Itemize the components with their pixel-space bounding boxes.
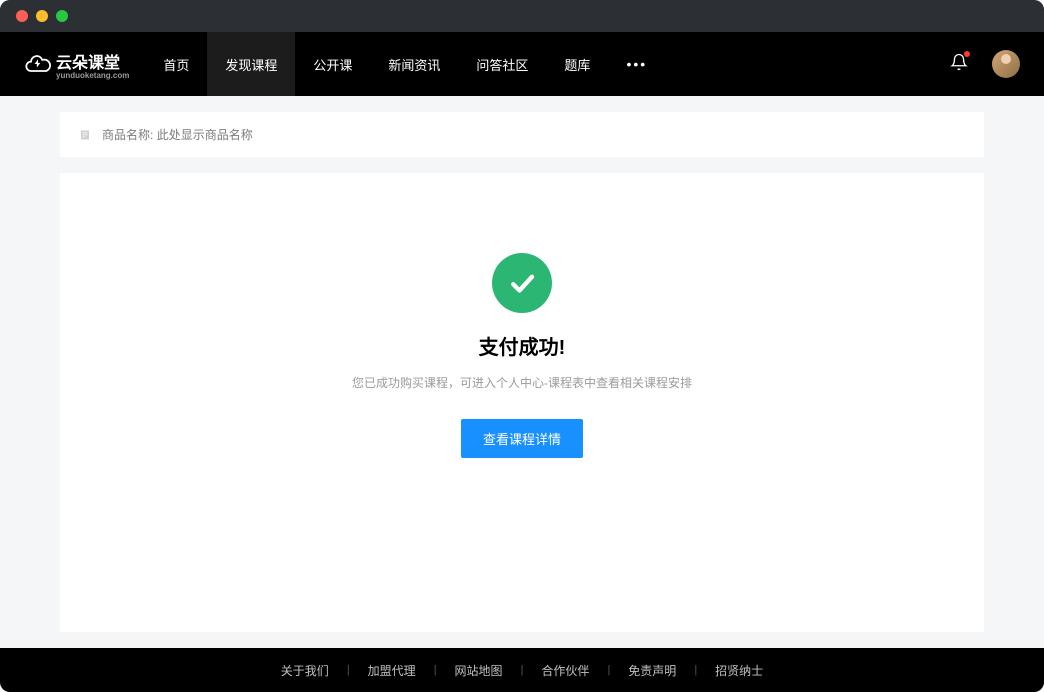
window-maximize-dot[interactable] [56, 10, 68, 22]
footer-careers[interactable]: 招贤纳士 [697, 662, 781, 679]
success-check-icon [492, 253, 552, 313]
site-logo[interactable]: 云朵课堂 yunduoketang.com [24, 49, 129, 80]
window-close-dot[interactable] [16, 10, 28, 22]
nav-news[interactable]: 新闻资讯 [370, 32, 458, 96]
notifications-button[interactable] [950, 53, 968, 76]
product-label: 商品名称: [102, 128, 153, 142]
nav-open-class[interactable]: 公开课 [295, 32, 370, 96]
nav-qa-community[interactable]: 问答社区 [458, 32, 546, 96]
top-navigation: 云朵课堂 yunduoketang.com 首页 发现课程 公开课 新闻资讯 问… [0, 32, 1044, 96]
window-minimize-dot[interactable] [36, 10, 48, 22]
window-titlebar [0, 0, 1044, 32]
cloud-logo-icon [24, 50, 52, 78]
success-description: 您已成功购买课程，可进入个人中心-课程表中查看相关课程安排 [352, 374, 692, 391]
footer-partners[interactable]: 合作伙伴 [523, 662, 607, 679]
document-icon [78, 128, 92, 142]
footer-disclaimer[interactable]: 免责声明 [610, 662, 694, 679]
notification-badge [964, 51, 970, 57]
user-avatar[interactable] [992, 50, 1020, 78]
footer-franchise[interactable]: 加盟代理 [350, 662, 434, 679]
product-name-bar: 商品名称: 此处显示商品名称 [60, 112, 984, 157]
success-title: 支付成功! [479, 331, 566, 360]
logo-subtitle: yunduoketang.com [56, 71, 129, 80]
view-course-details-button[interactable]: 查看课程详情 [461, 419, 583, 458]
product-value: 此处显示商品名称 [157, 128, 253, 142]
nav-home[interactable]: 首页 [145, 32, 207, 96]
nav-more-icon[interactable]: ••• [608, 56, 665, 72]
page-footer: 关于我们 | 加盟代理 | 网站地图 | 合作伙伴 | 免责声明 | 招贤纳士 [0, 648, 1044, 692]
footer-about-us[interactable]: 关于我们 [263, 662, 347, 679]
footer-sitemap[interactable]: 网站地图 [437, 662, 521, 679]
success-card: 支付成功! 您已成功购买课程，可进入个人中心-课程表中查看相关课程安排 查看课程… [60, 173, 984, 632]
logo-text: 云朵课堂 [56, 55, 120, 72]
nav-items-container: 首页 发现课程 公开课 新闻资讯 问答社区 题库 ••• [145, 32, 665, 96]
nav-question-bank[interactable]: 题库 [546, 32, 608, 96]
nav-discover-courses[interactable]: 发现课程 [207, 32, 295, 96]
